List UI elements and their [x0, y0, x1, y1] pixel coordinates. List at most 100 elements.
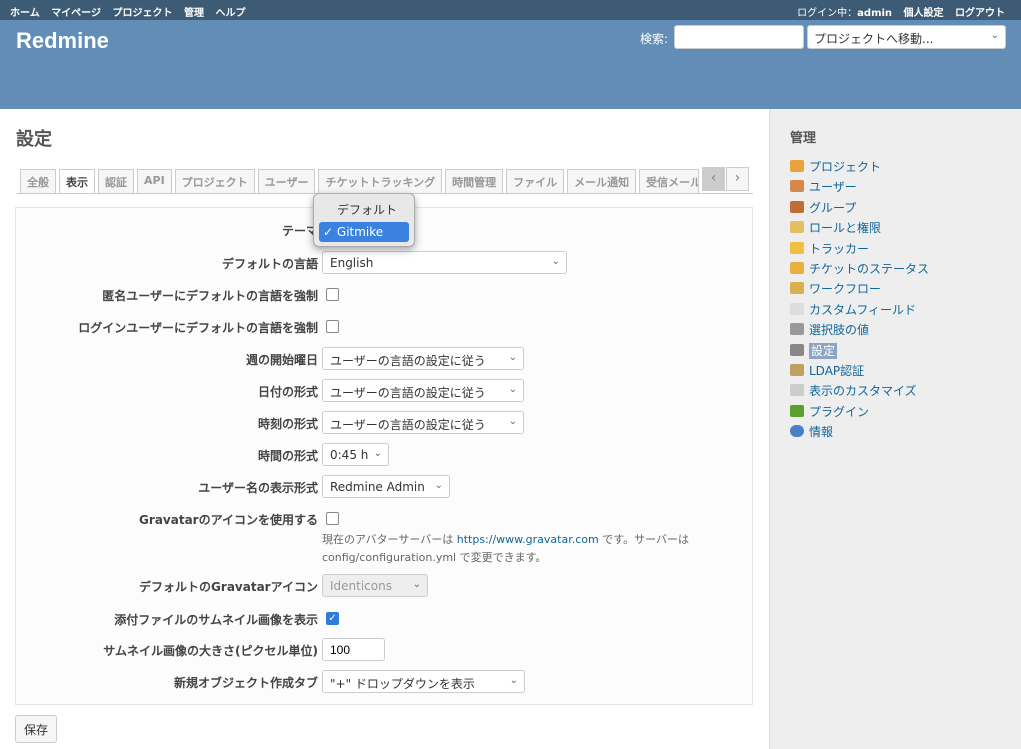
- top-menu: ホーム マイページ プロジェクト 管理 ヘルプ ログイン中：admin 個人設定…: [0, 0, 1021, 20]
- chevron-down-icon: ⌄: [508, 416, 517, 427]
- issue-status-icon: [790, 261, 804, 274]
- time-format-value: ユーザーの言語の設定に従う: [330, 418, 486, 432]
- sidebar-item-label[interactable]: 設定: [809, 342, 838, 359]
- sidebar-item-workflows[interactable]: ワークフロー: [790, 279, 929, 299]
- sidebar-item-label[interactable]: 選択肢の値: [809, 323, 869, 337]
- sidebar-item-settings[interactable]: 設定: [790, 341, 929, 361]
- theme-option-gitmike[interactable]: ✓ Gitmike: [319, 222, 409, 242]
- gravatar-server-link[interactable]: https://www.gravatar.com: [457, 533, 599, 546]
- tab-mail-handler[interactable]: 受信メール: [639, 169, 700, 193]
- custom-field-icon: [790, 302, 804, 315]
- gravatar-hint-text-3: config/configuration.yml で変更できます。: [322, 551, 547, 564]
- time-format-label: 時刻の形式: [257, 417, 318, 431]
- sidebar-item-label[interactable]: プラグイン: [809, 405, 869, 419]
- gravatar-checkbox[interactable]: [326, 512, 339, 525]
- thumbnails-label: 添付ファイルのサムネイル画像を表示: [114, 613, 318, 627]
- sidebar-item-users[interactable]: ユーザー: [790, 177, 929, 197]
- chevron-right-icon: ›: [734, 170, 741, 186]
- user-format-select[interactable]: Redmine Admin ⌄: [322, 475, 450, 498]
- admin-menu: プロジェクト ユーザー グループ ロールと権限 トラッカー チケットのステータス…: [790, 157, 929, 442]
- chevron-down-icon: ⌄: [373, 448, 382, 459]
- sidebar-item-label[interactable]: LDAP認証: [809, 364, 864, 378]
- tab-api[interactable]: API: [137, 169, 172, 193]
- tabs-scroll-right-button[interactable]: ›: [726, 167, 749, 191]
- roles-icon: [790, 221, 804, 234]
- chevron-down-icon: ⌄: [434, 480, 443, 491]
- force-default-anon-label: 匿名ユーザーにデフォルトの言語を強制: [102, 289, 318, 303]
- sidebar-item-ldap[interactable]: LDAP認証: [790, 361, 929, 381]
- projects-icon: [790, 160, 804, 172]
- tab-time-tracking[interactable]: 時間管理: [445, 169, 504, 193]
- my-account-link[interactable]: 個人設定: [904, 8, 944, 19]
- top-menu-my-page-link[interactable]: マイページ: [51, 8, 101, 19]
- top-menu-help-link[interactable]: ヘルプ: [215, 8, 245, 19]
- sidebar-item-projects[interactable]: プロジェクト: [790, 157, 929, 177]
- tab-authentication[interactable]: 認証: [98, 169, 134, 193]
- user-format-value: Redmine Admin: [330, 480, 425, 494]
- workflow-icon: [790, 282, 804, 295]
- default-language-value: English: [330, 256, 374, 270]
- sidebar-item-label[interactable]: 表示のカスタマイズ: [809, 384, 917, 398]
- chevron-down-icon: ⌄: [551, 256, 560, 267]
- sidebar-item-info[interactable]: 情報: [790, 422, 929, 442]
- search-input[interactable]: [674, 25, 804, 49]
- sidebar-item-trackers[interactable]: トラッカー: [790, 239, 929, 259]
- tab-files[interactable]: ファイル: [506, 169, 565, 193]
- sidebar-item-enumerations[interactable]: 選択肢の値: [790, 320, 929, 340]
- chevron-down-icon: ⌄: [412, 579, 421, 590]
- page-title: 設定: [16, 129, 52, 150]
- sidebar-item-label[interactable]: 情報: [809, 425, 833, 439]
- sidebar-item-admin-menu-customize[interactable]: 表示のカスタマイズ: [790, 381, 929, 401]
- sidebar-item-label[interactable]: チケットのステータス: [809, 262, 929, 276]
- thumbnail-size-label: サムネイル画像の大きさ(ピクセル単位): [103, 644, 318, 658]
- sidebar-item-label[interactable]: トラッカー: [809, 242, 869, 256]
- checkmark-icon: ✓: [328, 613, 337, 624]
- tab-notifications[interactable]: メール通知: [567, 169, 637, 193]
- tab-general[interactable]: 全般: [20, 169, 56, 193]
- thumbnail-size-input[interactable]: [322, 638, 385, 661]
- timespan-format-label: 時間の形式: [257, 449, 318, 463]
- sidebar-item-issue-statuses[interactable]: チケットのステータス: [790, 259, 929, 279]
- search-label: 検索:: [640, 32, 669, 46]
- tab-projects[interactable]: プロジェクト: [174, 169, 255, 193]
- tab-users[interactable]: ユーザー: [257, 169, 316, 193]
- sidebar-item-label[interactable]: ワークフロー: [809, 282, 881, 296]
- plugin-icon: [790, 404, 804, 417]
- gravatar-default-value: Identicons: [330, 579, 392, 593]
- tab-display[interactable]: 表示: [59, 169, 95, 193]
- time-format-select[interactable]: ユーザーの言語の設定に従う ⌄: [322, 411, 524, 434]
- timespan-format-select[interactable]: 0:45 h ⌄: [322, 443, 389, 466]
- sidebar-item-roles[interactable]: ロールと権限: [790, 218, 929, 238]
- default-language-select[interactable]: English ⌄: [322, 251, 567, 274]
- sidebar-item-label[interactable]: ユーザー: [809, 180, 857, 194]
- force-default-login-checkbox[interactable]: [326, 320, 339, 333]
- logged-user-link[interactable]: admin: [857, 8, 892, 19]
- start-of-week-select[interactable]: ユーザーの言語の設定に従う ⌄: [322, 347, 524, 370]
- tab-issue-tracking[interactable]: チケットトラッキング: [318, 169, 443, 193]
- top-menu-home-link[interactable]: ホーム: [10, 8, 40, 19]
- force-default-anon-checkbox[interactable]: [326, 288, 339, 301]
- gravatar-default-label: デフォルトのGravatarアイコン: [139, 580, 318, 594]
- sidebar-item-label[interactable]: プロジェクト: [809, 160, 881, 174]
- sidebar-item-plugins[interactable]: プラグイン: [790, 402, 929, 422]
- new-item-menu-select[interactable]: "+" ドロップダウンを表示 ⌄: [322, 670, 525, 693]
- sidebar-item-groups[interactable]: グループ: [790, 198, 929, 218]
- sidebar-item-label[interactable]: グループ: [809, 201, 856, 215]
- tabs-scroll-left-button[interactable]: ‹: [702, 167, 725, 191]
- project-jump-select[interactable]: プロジェクトへ移動... ⌄: [807, 25, 1006, 49]
- sidebar-item-label[interactable]: ロールと権限: [809, 221, 881, 235]
- sidebar-item-label[interactable]: カスタムフィールド: [809, 303, 916, 317]
- theme-option-default[interactable]: デフォルト: [319, 200, 409, 220]
- top-menu-admin-link[interactable]: 管理: [184, 8, 204, 19]
- save-button[interactable]: 保存: [15, 715, 58, 743]
- sidebar-item-custom-fields[interactable]: カスタムフィールド: [790, 300, 929, 320]
- gravatar-hint: 現在のアバターサーバーは https://www.gravatar.com です…: [322, 531, 689, 567]
- date-format-select[interactable]: ユーザーの言語の設定に従う ⌄: [322, 379, 524, 402]
- settings-form-box: テーマ デフォルトの言語 English ⌄ 匿名ユーザーにデフォルトの言語を強…: [15, 207, 753, 705]
- logout-link[interactable]: ログアウト: [955, 8, 1005, 19]
- top-menu-projects-link[interactable]: プロジェクト: [112, 8, 172, 19]
- login-status-label: ログイン中：: [797, 8, 858, 19]
- site-title[interactable]: Redmine: [16, 28, 109, 54]
- theme-dropdown-menu: デフォルト ✓ Gitmike: [313, 193, 415, 247]
- thumbnails-checkbox[interactable]: ✓: [326, 612, 339, 625]
